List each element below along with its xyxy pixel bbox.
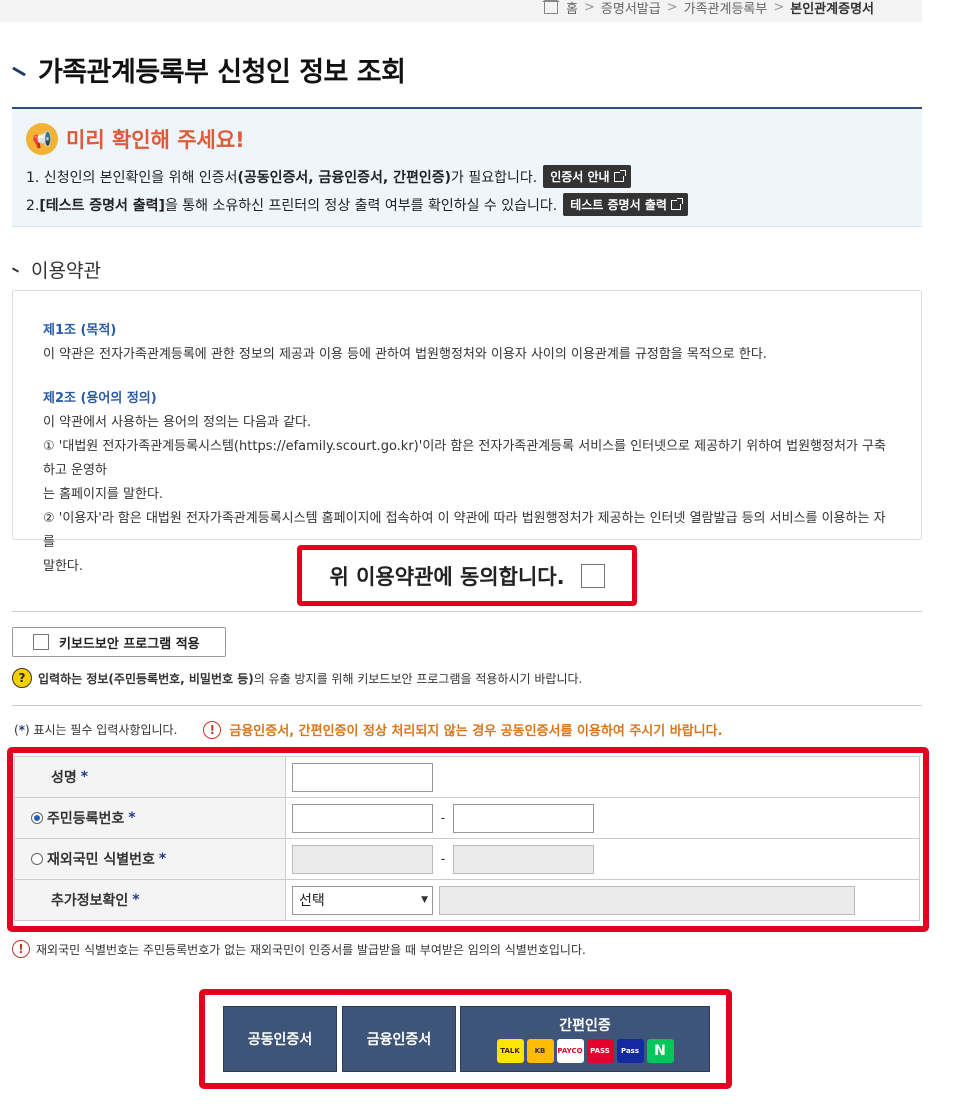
pass-icon: PASS bbox=[586, 1039, 614, 1063]
terms-title: 이용약관 bbox=[31, 260, 101, 282]
external-link-icon bbox=[670, 197, 683, 210]
terms-article-title: 제2조 (용어의 정의) bbox=[43, 391, 157, 406]
notice-bold: [테스트 증명서 출력] bbox=[39, 197, 165, 214]
foot-note: ! 재외국민 식별번호는 주민등록번호가 없는 재외국민이 인증서를 발급받을 … bbox=[12, 940, 586, 958]
auth-provider-logos: TALK KB PAYCO PASS Pass N bbox=[496, 1039, 674, 1063]
terms-section-title: 이용약관 bbox=[11, 256, 101, 283]
breadcrumb-item[interactable]: 증명서발급 bbox=[601, 0, 661, 17]
home-icon[interactable] bbox=[542, 0, 561, 14]
divider bbox=[12, 705, 922, 706]
breadcrumb-current: 본인관계증명서 bbox=[790, 2, 874, 17]
notice-line-1: 1. 신청인의 본인확인을 위해 인증서(공동인증서, 금융인증서, 간편인증)… bbox=[26, 165, 631, 188]
terms-article-body: 이 약관에서 사용하는 용어의 정의는 다음과 같다. bbox=[43, 415, 312, 430]
terms-box[interactable]: 제1조 (목적) 이 약관은 전자가족관계등록에 관한 정보의 제공과 이용 등… bbox=[12, 290, 922, 574]
simple-auth-button[interactable]: 간편인증 TALK KB PAYCO PASS Pass N bbox=[460, 1006, 710, 1072]
test-print-button[interactable]: 테스트 증명서 출력 bbox=[563, 193, 688, 216]
samsung-pass-icon: Pass bbox=[616, 1039, 644, 1063]
joint-cert-label: 공동인증서 bbox=[247, 1032, 313, 1048]
page-title-wrap: 가족관계등록부 신청인 정보 조회 bbox=[12, 50, 406, 89]
agree-highlight: 위 이용약관에 동의합니다. bbox=[297, 545, 637, 606]
title-mark-icon bbox=[12, 66, 26, 77]
warning-icon: ! bbox=[203, 720, 222, 739]
breadcrumb: 홈 > 증명서발급 > 가족관계등록부 > 본인관계증명서 bbox=[542, 0, 874, 17]
external-link-icon bbox=[613, 169, 626, 182]
cert-guide-label: 인증서 안내 bbox=[550, 170, 610, 184]
question-icon: ? bbox=[12, 668, 32, 688]
keyboard-security-button[interactable]: 키보드보안 프로그램 적용 bbox=[12, 627, 226, 657]
agree-checkbox[interactable] bbox=[580, 563, 605, 588]
agree-label[interactable]: 위 이용약관에 동의합니다. bbox=[329, 561, 564, 591]
notice-title: 미리 확인해 주세요! bbox=[66, 128, 245, 152]
help-bold: 입력하는 정보 bbox=[38, 671, 109, 686]
chevron-right-icon: > bbox=[584, 0, 595, 15]
notice-header: 📢 미리 확인해 주세요! bbox=[26, 123, 245, 155]
megaphone-icon: 📢 bbox=[26, 123, 58, 155]
chevron-right-icon: > bbox=[666, 0, 678, 15]
page-title: 가족관계등록부 신청인 정보 조회 bbox=[38, 57, 406, 88]
notice-text: 1. 신청인의 본인확인을 위해 인증서 bbox=[26, 169, 238, 186]
required-note: (*) 표시는 필수 입력사항입니다. ! 금융인증서, 간편인증이 정상 처리… bbox=[14, 720, 723, 739]
notice-text: 을 통해 소유하신 프린터의 정상 출력 여부를 확인하실 수 있습니다. bbox=[164, 197, 558, 214]
payco-icon: PAYCO bbox=[556, 1039, 584, 1063]
simple-auth-label: 간편인증 bbox=[559, 1018, 611, 1034]
notice-bold: (공동인증서, 금융인증서, 간편인증) bbox=[237, 169, 451, 186]
top-bar: 홈 > 증명서발급 > 가족관계등록부 > 본인관계증명서 bbox=[0, 0, 922, 22]
terms-article-item: 는 홈페이지를 말한다. bbox=[43, 487, 164, 502]
warning-text: 금융인증서, 간편인증이 정상 처리되지 않는 경우 공동인증서를 이용하여 주… bbox=[229, 724, 723, 739]
chevron-right-icon: > bbox=[773, 0, 785, 15]
financial-cert-button[interactable]: 금융인증서 bbox=[342, 1006, 456, 1072]
foot-note-text: 재외국민 식별번호는 주민등록번호가 없는 재외국민이 인증서를 발급받을 때 … bbox=[36, 942, 586, 957]
terms-article-body: 이 약관은 전자가족관계등록에 관한 정보의 제공과 이용 등에 관하여 법원행… bbox=[43, 347, 767, 362]
keyboard-security-label: 키보드보안 프로그램 적용 bbox=[59, 636, 200, 652]
breadcrumb-home[interactable]: 홈 bbox=[566, 0, 578, 17]
keyboard-help: ? 입력하는 정보(주민등록번호, 비밀번호 등)의 유출 방지를 위해 키보드… bbox=[12, 668, 582, 688]
breadcrumb-item[interactable]: 가족관계등록부 bbox=[684, 0, 768, 17]
financial-cert-label: 금융인증서 bbox=[366, 1032, 432, 1048]
divider bbox=[12, 611, 922, 612]
section-mark-icon bbox=[11, 266, 20, 273]
help-bold: (주민등록번호, 비밀번호 등) bbox=[108, 671, 254, 686]
cert-guide-button[interactable]: 인증서 안내 bbox=[543, 165, 631, 188]
terms-article-item: ① '대법원 전자가족관계등록시스템(https://efamily.scour… bbox=[43, 439, 886, 478]
keyboard-security-checkbox[interactable] bbox=[33, 634, 49, 650]
form-highlight bbox=[7, 747, 929, 932]
naver-icon: N bbox=[646, 1039, 674, 1063]
notice-text: 2. bbox=[26, 197, 40, 214]
joint-cert-button[interactable]: 공동인증서 bbox=[223, 1006, 337, 1072]
test-print-label: 테스트 증명서 출력 bbox=[570, 198, 667, 212]
required-text: ) 표시는 필수 입력사항입니다. bbox=[24, 723, 178, 737]
kb-icon: KB bbox=[526, 1039, 554, 1063]
help-text: 의 유출 방지를 위해 키보드보안 프로그램을 적용하시기 바랍니다. bbox=[253, 671, 583, 686]
notice-text: 가 필요합니다. bbox=[451, 169, 538, 186]
notice-line-2: 2.[테스트 증명서 출력]을 통해 소유하신 프린터의 정상 출력 여부를 확… bbox=[26, 193, 688, 216]
kakao-talk-icon: TALK bbox=[496, 1039, 524, 1063]
terms-article-title: 제1조 (목적) bbox=[43, 323, 117, 338]
notice-box: 📢 미리 확인해 주세요! 1. 신청인의 본인확인을 위해 인증서(공동인증서… bbox=[12, 109, 922, 227]
warning-icon: ! bbox=[12, 940, 30, 958]
